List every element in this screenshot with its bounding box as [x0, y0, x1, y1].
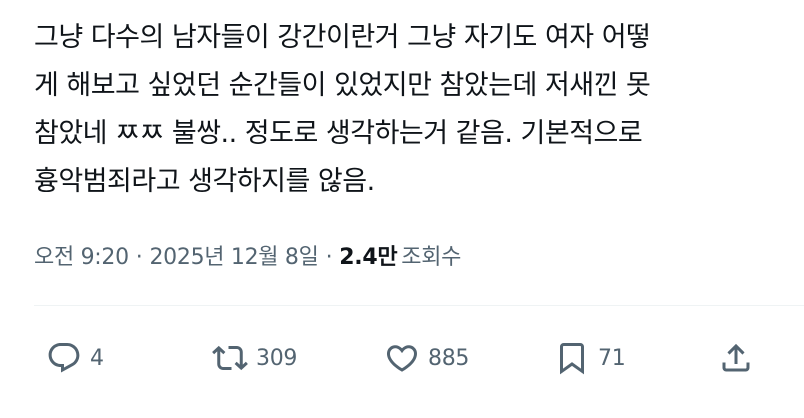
retweet-count: 309 [256, 345, 298, 371]
bookmark-button[interactable]: 71 [554, 334, 626, 382]
tweet-text: 그냥 다수의 남자들이 강간이란거 그냥 자기도 여자 어떻 게 해보고 싶었던… [34, 14, 779, 206]
bookmark-count: 71 [598, 345, 626, 371]
reply-button[interactable]: 4 [46, 334, 104, 382]
views-label[interactable]: 조회수 [401, 245, 461, 270]
tweet-text-line: 그냥 다수의 남자들이 강간이란거 그냥 자기도 여자 어떻 [34, 22, 651, 53]
views-count[interactable]: 2.4만 [339, 245, 397, 270]
like-button[interactable]: 885 [384, 334, 469, 382]
divider [34, 305, 804, 306]
tweet-text-line: 흉악범죄라고 생각하지를 않음. [34, 166, 375, 197]
tweet-text-line: 게 해보고 싶었던 순간들이 있었지만 참았는데 저새낀 못 [34, 70, 651, 101]
retweet-icon [212, 345, 248, 371]
like-count: 885 [428, 345, 470, 371]
retweet-button[interactable]: 309 [212, 334, 297, 382]
reply-icon [48, 343, 80, 373]
share-button[interactable] [718, 334, 754, 382]
tweet-time[interactable]: 오전 9:20 [34, 245, 129, 270]
meta-separator: · [325, 245, 333, 270]
tweet-date[interactable]: 2025년 12월 8일 [149, 245, 318, 270]
share-icon [722, 343, 750, 372]
action-bar: 4 309 885 71 [40, 334, 764, 382]
reply-count: 4 [90, 345, 104, 371]
bookmark-icon [560, 343, 584, 375]
heart-icon [386, 345, 418, 372]
tweet-text-line: 참았네 ㅉㅉ 불쌍.. 정도로 생각하는거 같음. 기본적으로 [34, 118, 643, 149]
meta-separator: · [135, 245, 143, 270]
tweet-metadata: 오전 9:20 · 2025년 12월 8일 · 2.4만 조회수 [34, 238, 461, 278]
